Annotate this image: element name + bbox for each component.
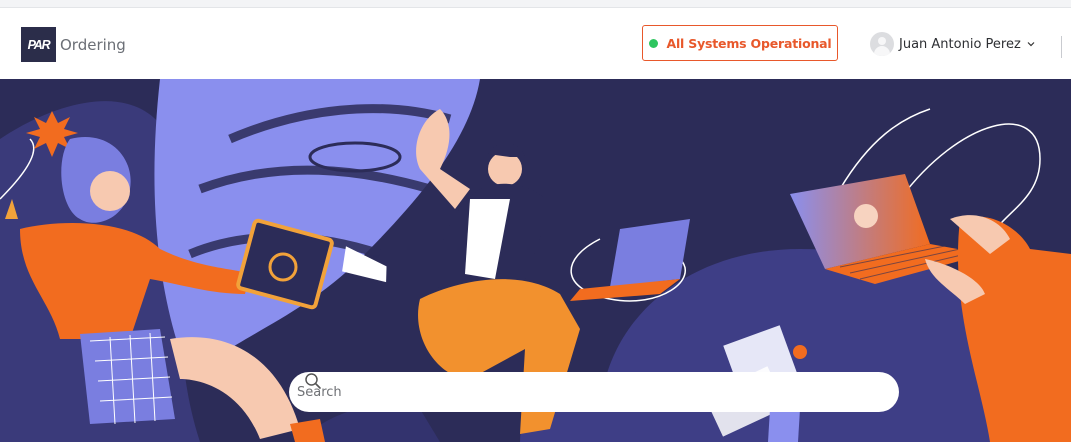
browser-top-strip: [0, 0, 1071, 8]
hero-banner: [0, 79, 1071, 442]
par-logo[interactable]: PAR: [21, 27, 56, 62]
search-input[interactable]: [297, 384, 837, 400]
user-menu[interactable]: Juan Antonio Perez: [870, 31, 1035, 57]
chevron-down-icon: [1027, 42, 1035, 47]
status-label: All Systems Operational: [666, 35, 832, 51]
user-avatar-icon: [870, 32, 894, 56]
status-indicator-dot: [648, 38, 658, 48]
system-status-button[interactable]: All Systems Operational: [642, 25, 838, 61]
logo-text: PAR: [27, 37, 51, 52]
top-header: PAR Ordering All Systems Operational Jua…: [0, 8, 1071, 79]
user-name: Juan Antonio Perez: [899, 36, 1021, 52]
header-divider: [1061, 36, 1062, 58]
app-name: Ordering: [60, 36, 126, 54]
search-icon: [305, 373, 321, 389]
search-bar[interactable]: [289, 372, 899, 412]
